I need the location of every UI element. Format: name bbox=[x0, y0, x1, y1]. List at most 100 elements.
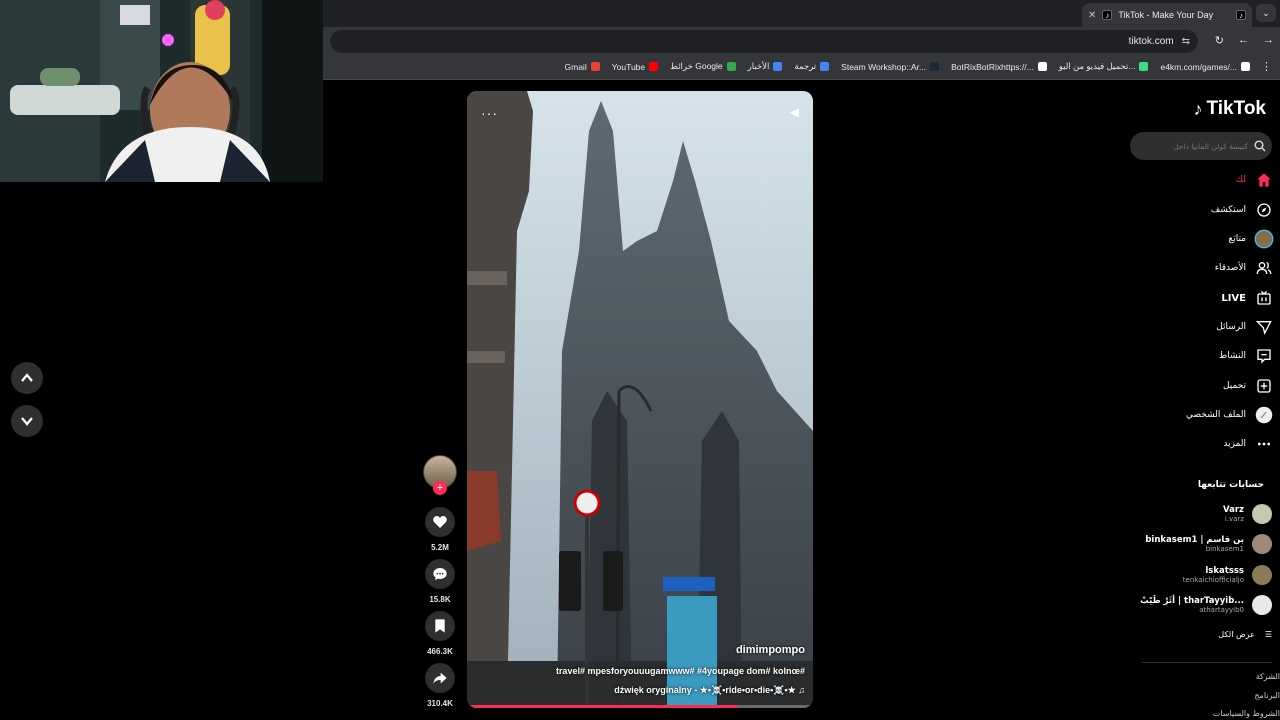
back-arrow-icon[interactable]: ← bbox=[1238, 34, 1249, 47]
comment-button[interactable] bbox=[425, 559, 455, 589]
followed-account[interactable]: lskatsss tenkaichiofficialjo bbox=[1130, 561, 1280, 589]
browser-tab[interactable]: ✕ ♪ TikTok - Make Your Day ♪ bbox=[1082, 3, 1252, 27]
bookmark-item[interactable]: الأخبار bbox=[748, 61, 783, 72]
bookmark-favicon-icon bbox=[590, 62, 600, 71]
video-player[interactable]: ··· ◀ dimimpompo travel# mpesforyouuugam… bbox=[467, 91, 813, 708]
close-tab-icon[interactable]: ✕ bbox=[1088, 10, 1096, 21]
sidebar-item-profile[interactable]: الملف الشخصي bbox=[1130, 403, 1280, 427]
bookmark-item[interactable]: خرائط Google bbox=[670, 61, 736, 72]
bookmark-item[interactable]: Gmail bbox=[565, 62, 600, 72]
search-icon[interactable] bbox=[1254, 140, 1266, 152]
sidebar-item-label: استكشف bbox=[1210, 205, 1246, 215]
live-icon bbox=[1254, 288, 1274, 308]
bookmark-item[interactable]: e4km.com/games/... bbox=[1160, 62, 1250, 72]
tab-search-button[interactable]: ⌄ bbox=[1256, 4, 1276, 22]
bookmark-item[interactable]: Steam Workshop::Ar... bbox=[841, 61, 940, 72]
share-button[interactable] bbox=[425, 663, 455, 693]
share-action[interactable]: 310.4K bbox=[423, 663, 457, 708]
avatar bbox=[1252, 595, 1272, 615]
see-all-label: عرض الكل bbox=[1218, 630, 1255, 639]
sidebar-item-more[interactable]: المزيد bbox=[1130, 432, 1280, 456]
comment-action[interactable]: 15.8K bbox=[423, 559, 457, 604]
volume-icon[interactable]: ◀ bbox=[790, 105, 799, 119]
bookmark-label: Steam Workshop::Ar... bbox=[841, 61, 927, 72]
bookmark-favicon-icon bbox=[1037, 62, 1047, 71]
avatar bbox=[1252, 565, 1272, 585]
sidebar-item-label: الرسائل bbox=[1216, 322, 1246, 332]
sidebar-item-messages[interactable]: الرسائل bbox=[1130, 315, 1280, 339]
home-icon bbox=[1254, 170, 1274, 190]
footer-link[interactable]: الشروط والسياسات bbox=[1213, 709, 1280, 718]
bookmark-item[interactable]: ترجمة bbox=[794, 61, 830, 72]
bookmark-label: YouTube bbox=[611, 61, 646, 72]
bookmark-label: Gmail bbox=[564, 61, 587, 72]
account-handle: binkasem1 bbox=[1205, 545, 1244, 553]
sidebar-item-home[interactable]: لك bbox=[1130, 168, 1280, 192]
footer-link[interactable]: الشركة bbox=[1256, 672, 1280, 681]
sidebar-divider bbox=[1142, 662, 1272, 663]
tiktok-note-icon: ♪ bbox=[1193, 98, 1203, 119]
list-icon: ☰ bbox=[1264, 630, 1272, 639]
save-count: 466.3K bbox=[427, 647, 453, 656]
logo-text: TikTok bbox=[1206, 98, 1266, 119]
forward-arrow-icon[interactable]: → bbox=[1263, 34, 1274, 47]
comment-icon bbox=[433, 568, 447, 580]
footer-link[interactable]: البرنامج bbox=[1254, 691, 1280, 700]
followed-account[interactable]: Varz i.varz bbox=[1130, 500, 1280, 528]
bookmark-label: خرائط Google bbox=[670, 61, 723, 71]
bookmark-icon bbox=[435, 619, 445, 633]
tiktok-logo[interactable]: ♪ TikTok bbox=[1194, 98, 1266, 120]
tab-title: TikTok - Make Your Day bbox=[1118, 10, 1214, 20]
video-music[interactable]: dźwięk oryginalny - ★•☠️•ride•or•die•☠️•… bbox=[614, 685, 805, 696]
profile-icon bbox=[1254, 405, 1274, 425]
bookmark-label: BotRixBotRixhttps://... bbox=[951, 61, 1034, 72]
followed-account[interactable]: أثَرْ طَيّبْ | tharTayyib... athartayyib0 bbox=[1130, 591, 1280, 619]
more-options-icon[interactable]: ··· bbox=[481, 105, 498, 121]
like-button[interactable] bbox=[425, 507, 455, 537]
see-all-link[interactable]: ☰ عرض الكل bbox=[1218, 630, 1272, 639]
sidebar-item-following[interactable]: متابَع bbox=[1130, 227, 1280, 251]
bookmark-favicon-icon bbox=[820, 62, 830, 71]
sidebar-item-label: الأصدقاء bbox=[1214, 263, 1246, 273]
save-action[interactable]: 466.3K bbox=[423, 611, 457, 656]
sidebar-item-friends[interactable]: الأصدقاء bbox=[1130, 256, 1280, 280]
bookmarks-overflow-icon[interactable]: ⋮ bbox=[1261, 60, 1272, 73]
save-button[interactable] bbox=[425, 611, 455, 641]
bookmark-favicon-icon bbox=[649, 62, 659, 71]
share-icon bbox=[433, 672, 447, 684]
account-name: binkasem1 | بن قاسم bbox=[1145, 535, 1244, 545]
bookmark-favicon-icon bbox=[1139, 62, 1149, 71]
bookmark-item[interactable]: BotRixBotRixhttps://... bbox=[951, 62, 1047, 72]
search-bar[interactable] bbox=[1130, 132, 1272, 160]
reload-icon[interactable]: ↻ bbox=[1215, 34, 1224, 47]
tiktok-sidebar: ♪ TikTok لك استكشف متابَع الأصدقاء LIVE الرسا… bbox=[1130, 90, 1280, 720]
comment-count: 15.8K bbox=[429, 595, 451, 604]
url-text[interactable]: tiktok.com bbox=[1129, 36, 1174, 47]
bookmark-item[interactable]: YouTube bbox=[611, 61, 659, 72]
sidebar-item-activity[interactable]: النشاط bbox=[1130, 344, 1280, 368]
bookmark-item[interactable]: تحميل فيديو من اليو... bbox=[1059, 61, 1149, 72]
upload-icon bbox=[1254, 376, 1274, 396]
follow-plus-icon[interactable]: + bbox=[433, 481, 447, 495]
next-video-button[interactable] bbox=[11, 405, 43, 437]
video-author[interactable]: dimimpompo bbox=[736, 644, 805, 656]
followed-account[interactable]: binkasem1 | بن قاسم binkasem1 bbox=[1130, 530, 1280, 558]
search-input[interactable] bbox=[1148, 141, 1248, 151]
account-handle: i.varz bbox=[1224, 515, 1244, 523]
share-count: 310.4K bbox=[427, 699, 453, 708]
sidebar-item-label: متابَع bbox=[1228, 234, 1246, 244]
previous-video-button[interactable] bbox=[11, 362, 43, 394]
address-bar[interactable]: tiktok.com ⇆ bbox=[330, 30, 1198, 53]
bookmark-label: ترجمة bbox=[794, 61, 817, 71]
like-action[interactable]: 5.2M bbox=[423, 507, 457, 552]
sidebar-item-upload[interactable]: تحميل bbox=[1130, 374, 1280, 398]
video-progress-bar[interactable] bbox=[467, 705, 813, 708]
sidebar-item-compass[interactable]: استكشف bbox=[1130, 198, 1280, 222]
friends-icon bbox=[1254, 258, 1274, 278]
site-settings-icon[interactable]: ⇆ bbox=[1182, 36, 1190, 47]
bookmark-favicon-icon bbox=[773, 62, 783, 71]
sidebar-item-live[interactable]: LIVE bbox=[1130, 286, 1280, 310]
account-handle: tenkaichiofficialjo bbox=[1182, 576, 1244, 584]
avatar bbox=[1252, 534, 1272, 554]
bookmark-label: e4km.com/games/... bbox=[1160, 61, 1237, 72]
